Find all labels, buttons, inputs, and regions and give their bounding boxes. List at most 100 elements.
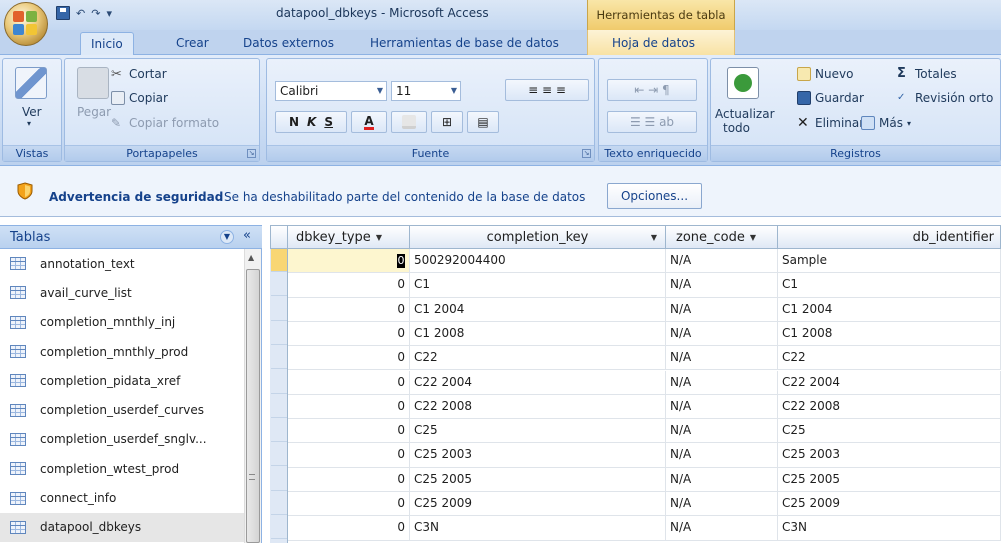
table-cell[interactable]: N/A — [666, 419, 778, 443]
align-buttons[interactable]: ≡ ≡ ≡ — [505, 79, 589, 101]
customize-qa-icon[interactable]: ▾ — [106, 7, 112, 20]
nav-header[interactable]: Tablas ▼ « — [0, 225, 262, 249]
save-icon[interactable] — [56, 6, 70, 20]
record-selector[interactable] — [271, 321, 287, 345]
revision-button[interactable]: ✓ Revisión orto — [897, 91, 993, 105]
table-cell[interactable]: 0 — [288, 394, 410, 419]
underline-button[interactable]: S — [324, 115, 333, 129]
record-selector[interactable] — [271, 419, 287, 443]
record-selector[interactable] — [271, 467, 287, 491]
nav-table-item[interactable]: completion_userdef_snglv... — [0, 425, 244, 454]
table-cell[interactable]: N/A — [666, 321, 778, 346]
font-name-select[interactable]: Calibri ▼ — [275, 81, 387, 101]
fill-color-button[interactable] — [391, 111, 427, 133]
table-cell[interactable]: 0 — [288, 443, 410, 467]
tab-herramientas-bd[interactable]: Herramientas de base de datos — [370, 36, 559, 50]
table-cell[interactable]: C22 2008 — [778, 394, 1001, 419]
copiar-button[interactable]: Copiar — [111, 91, 168, 105]
record-selector[interactable] — [271, 346, 287, 370]
table-cell[interactable]: C22 — [778, 346, 1001, 370]
chevron-down-icon[interactable]: ▼ — [651, 233, 657, 242]
record-selector[interactable] — [271, 249, 287, 272]
table-cell[interactable]: 0 — [288, 249, 410, 273]
chevron-down-icon[interactable]: ▼ — [750, 233, 756, 242]
gridlines-button[interactable]: ⊞ — [431, 111, 463, 133]
table-cell[interactable]: C22 2004 — [778, 370, 1001, 394]
list-buttons[interactable]: ☰ ☰ ab — [607, 111, 697, 133]
column-header-completion-key[interactable]: completion_key ▼ — [410, 225, 666, 249]
nav-table-item[interactable]: completion_mnthly_inj — [0, 308, 244, 337]
nuevo-button[interactable]: Nuevo — [797, 67, 853, 81]
table-cell[interactable]: N/A — [666, 297, 778, 321]
table-cell[interactable]: N/A — [666, 492, 778, 516]
table-cell[interactable]: N/A — [666, 394, 778, 419]
todo-button[interactable]: todo — [723, 121, 750, 135]
nav-table-item[interactable]: completion_wtest_prod — [0, 454, 244, 483]
table-cell[interactable]: 0 — [288, 346, 410, 370]
table-cell[interactable]: C22 — [410, 346, 666, 370]
column-header-db-identifier[interactable]: db_identifier — [778, 225, 1001, 249]
dialog-launcher-icon[interactable]: ↘ — [582, 149, 591, 158]
table-cell[interactable]: Sample — [778, 249, 1001, 273]
table-cell[interactable]: C1 2008 — [410, 321, 666, 346]
tab-hoja-de-datos[interactable]: Hoja de datos — [612, 36, 695, 50]
table-cell[interactable]: 0 — [288, 419, 410, 443]
mas-button[interactable]: Más ▾ — [861, 116, 911, 130]
record-selector[interactable] — [271, 370, 287, 394]
record-selector[interactable] — [271, 443, 287, 467]
select-all-corner[interactable] — [270, 225, 288, 249]
nav-table-item[interactable]: completion_mnthly_prod — [0, 337, 244, 366]
table-cell[interactable]: C25 2003 — [410, 443, 666, 467]
nav-table-item[interactable]: annotation_text — [0, 249, 244, 278]
scroll-thumb[interactable] — [246, 269, 260, 543]
chevron-down-icon[interactable]: ▾ — [27, 119, 31, 128]
nav-scrollbar[interactable]: ▲ — [244, 249, 261, 543]
scroll-up-icon[interactable]: ▲ — [248, 253, 254, 262]
nav-table-item[interactable]: avail_curve_list — [0, 278, 244, 307]
table-cell[interactable]: N/A — [666, 249, 778, 273]
table-cell[interactable]: C22 2004 — [410, 370, 666, 394]
bold-button[interactable]: N — [289, 115, 299, 129]
table-cell[interactable]: C25 2009 — [778, 492, 1001, 516]
cortar-button[interactable]: ✂ Cortar — [111, 67, 167, 82]
table-cell[interactable]: 0 — [288, 321, 410, 346]
table-cell[interactable]: N/A — [666, 467, 778, 491]
table-cell[interactable]: C25 2005 — [778, 467, 1001, 491]
table-cell[interactable]: C25 2009 — [410, 492, 666, 516]
table-cell[interactable]: C1 — [778, 273, 1001, 297]
table-cell[interactable]: C25 — [778, 419, 1001, 443]
office-button[interactable] — [4, 2, 48, 46]
table-cell[interactable]: C1 2008 — [778, 321, 1001, 346]
collapse-pane-button[interactable]: « — [243, 228, 251, 243]
table-cell[interactable]: C25 2003 — [778, 443, 1001, 467]
record-selector[interactable] — [271, 297, 287, 321]
nav-table-item[interactable]: datapool_dbkeys — [0, 512, 244, 542]
table-cell[interactable]: N/A — [666, 370, 778, 394]
redo-icon[interactable]: ↷ — [91, 7, 100, 20]
table-cell[interactable]: 0 — [288, 516, 410, 540]
ver-button[interactable]: Ver — [22, 105, 42, 119]
pegar-button[interactable]: Pegar — [77, 105, 111, 119]
table-cell[interactable]: N/A — [666, 516, 778, 540]
table-cell[interactable]: C3N — [410, 516, 666, 540]
table-cell[interactable]: 0 — [288, 492, 410, 516]
record-selector[interactable] — [271, 394, 287, 418]
table-cell[interactable]: C3N — [778, 516, 1001, 540]
chevron-down-icon[interactable]: ▼ — [376, 233, 382, 242]
table-cell[interactable]: C1 — [410, 273, 666, 297]
column-header-zone-code[interactable]: zone_code ▼ — [666, 225, 778, 249]
italic-button[interactable]: K — [307, 115, 316, 129]
table-cell[interactable]: N/A — [666, 346, 778, 370]
font-color-button[interactable]: A — [351, 111, 387, 133]
guardar-button[interactable]: Guardar — [797, 91, 864, 105]
record-selector[interactable] — [271, 273, 287, 297]
table-cell[interactable]: 0 — [288, 297, 410, 321]
tab-crear[interactable]: Crear — [176, 36, 209, 50]
alt-fill-button[interactable]: ▤ — [467, 111, 499, 133]
actualizar-button[interactable]: Actualizar — [715, 107, 775, 121]
record-selector[interactable] — [271, 516, 287, 540]
table-cell[interactable]: N/A — [666, 273, 778, 297]
table-cell[interactable]: C1 2004 — [778, 297, 1001, 321]
table-cell[interactable]: C25 — [410, 419, 666, 443]
indent-buttons[interactable]: ⇤ ⇥ ¶ — [607, 79, 697, 101]
